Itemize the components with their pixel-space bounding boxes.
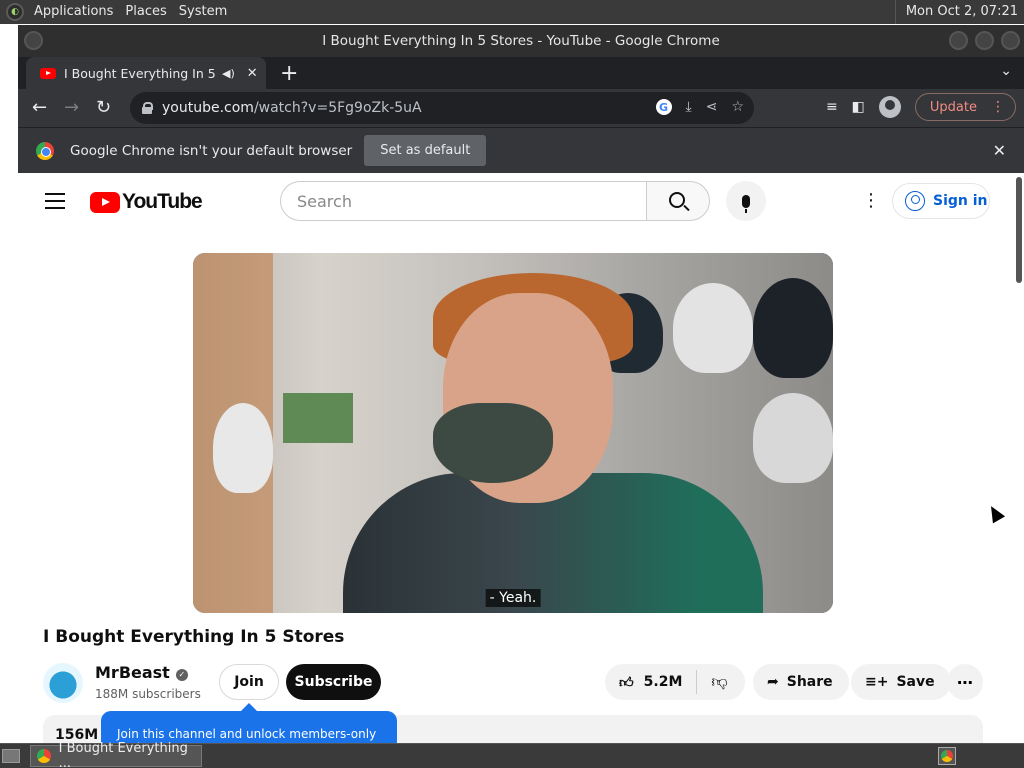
thumbs-up-icon: 👍︎ (619, 674, 634, 691)
applications-menu[interactable]: Applications (28, 0, 119, 24)
search-icon (668, 191, 685, 208)
toolbar-right: ≡ ◧ Update ⋮ (826, 93, 1024, 121)
youtube-masthead: YouTube Search ⋮ Sign in (18, 173, 1024, 229)
join-button[interactable]: Join (219, 664, 279, 700)
google-lens-icon[interactable]: G (655, 99, 672, 115)
bookmark-star-icon[interactable]: ☆ (731, 99, 744, 115)
close-tab-icon[interactable]: ✕ (247, 66, 258, 81)
tab-search-chevron-icon[interactable]: ⌄ (1000, 63, 1012, 79)
page-scrollbar[interactable] (1016, 177, 1022, 283)
back-button[interactable]: ← (32, 97, 47, 118)
chrome-logo-icon (36, 141, 54, 160)
youtube-wordmark: YouTube (122, 190, 203, 213)
profile-avatar-icon[interactable] (878, 96, 901, 118)
omnibox-icons: G ⤓ ⋖ ☆ (655, 99, 744, 115)
youtube-page: YouTube Search ⋮ Sign in - Yeah. I Bough… (18, 173, 1024, 743)
new-tab-button[interactable]: + (280, 61, 298, 86)
channel-row: MrBeast ✓ 188M subscribers Join Subscribe… (43, 663, 993, 703)
tab-strip: I Bought Everything In 5 Stores - YouTub… (18, 57, 1024, 89)
minimize-button[interactable] (949, 31, 968, 50)
update-button[interactable]: Update ⋮ (914, 93, 1016, 121)
channel-name[interactable]: MrBeast ✓ (95, 663, 188, 682)
gnome-foot-icon[interactable]: ◐ (6, 3, 24, 21)
system-menu[interactable]: System (173, 0, 233, 24)
forward-button[interactable]: → (64, 97, 79, 118)
set-as-default-button[interactable]: Set as default (364, 135, 487, 166)
video-player[interactable]: - Yeah. (193, 253, 833, 613)
default-browser-infobar: Google Chrome isn't your default browser… (18, 127, 1024, 173)
side-panel-icon[interactable]: ◧ (852, 99, 865, 115)
microphone-icon (742, 194, 750, 213)
tray-chrome-icon[interactable] (938, 747, 956, 765)
verified-check-icon: ✓ (175, 669, 188, 681)
youtube-play-icon (90, 191, 120, 213)
more-actions-icon[interactable]: ⋯ (947, 664, 983, 700)
window-menu-button[interactable] (24, 31, 43, 50)
sign-in-button[interactable]: Sign in (892, 183, 990, 219)
like-button[interactable]: 👍︎ 5.2M (605, 670, 698, 694)
share-icon[interactable]: ⋖ (706, 99, 718, 115)
search-button[interactable] (646, 181, 710, 221)
taskbar-window-label: I Bought Everything ... (58, 741, 188, 768)
tab-youtube[interactable]: I Bought Everything In 5 Stores - YouTub… (26, 57, 266, 89)
youtube-favicon-icon (40, 67, 56, 79)
save-button[interactable]: ≡+ Save (851, 664, 951, 700)
window-title: I Bought Everything In 5 Stores - YouTub… (322, 33, 720, 49)
taskbar-chrome-window[interactable]: I Bought Everything ... (30, 741, 202, 768)
install-app-icon[interactable]: ⤓ (686, 99, 692, 115)
share-arrow-icon: ➦ (767, 674, 779, 690)
url-text[interactable]: youtube.com/watch?v=5Fg9oZk-5uA (162, 100, 422, 116)
video-title: I Bought Everything In 5 Stores (43, 627, 345, 647)
join-tooltip: Join this channel and unlock members-onl… (101, 703, 397, 743)
hamburger-menu-icon[interactable] (45, 193, 65, 214)
speaker-icon[interactable]: ◀) (222, 67, 235, 80)
subscriber-count: 188M subscribers (95, 687, 201, 701)
video-caption: - Yeah. (485, 589, 541, 607)
settings-kebab-icon[interactable]: ⋮ (862, 190, 880, 211)
bottom-taskbar: I Bought Everything ... (0, 741, 1024, 768)
reload-button[interactable]: ↻ (96, 97, 111, 118)
media-controls-icon[interactable]: ≡ (826, 99, 838, 115)
thumbs-down-icon: 👎︎ (711, 672, 728, 691)
share-button[interactable]: ➦ Share (753, 664, 849, 700)
browser-toolbar: ← → ↻ youtube.com/watch?v=5Fg9oZk-5uA G … (18, 89, 1024, 127)
playlist-add-icon: ≡+ (865, 674, 889, 690)
voice-search-button[interactable] (726, 181, 766, 221)
close-window-button[interactable] (1001, 31, 1020, 50)
infobar-close-icon[interactable]: ✕ (993, 141, 1006, 160)
menu-dots-icon[interactable]: ⋮ (991, 99, 1005, 115)
user-circle-icon (905, 191, 925, 211)
lock-icon[interactable] (142, 102, 153, 114)
like-dislike-group: 👍︎ 5.2M 👎︎ (605, 664, 745, 700)
window-titlebar[interactable]: I Bought Everything In 5 Stores - YouTub… (18, 25, 1024, 57)
subscribe-button[interactable]: Subscribe (286, 664, 381, 700)
places-menu[interactable]: Places (119, 0, 172, 24)
youtube-logo[interactable]: YouTube (90, 190, 203, 214)
clock[interactable]: Mon Oct 2, 07:21 (894, 0, 1024, 24)
chrome-window: I Bought Everything In 5 Stores - YouTub… (18, 25, 1024, 743)
top-panel: ◐ Applications Places System Mon Oct 2, … (0, 0, 1024, 24)
tab-title: I Bought Everything In 5 Stores - YouTub… (64, 65, 216, 81)
show-desktop-icon[interactable] (2, 749, 20, 763)
search-input[interactable]: Search (280, 181, 646, 221)
address-bar[interactable]: youtube.com/watch?v=5Fg9oZk-5uA G ⤓ ⋖ ☆ (130, 92, 754, 124)
dislike-button[interactable]: 👎︎ (697, 672, 741, 692)
maximize-button[interactable] (975, 31, 994, 50)
channel-avatar[interactable] (43, 663, 83, 703)
infobar-message: Google Chrome isn't your default browser (70, 142, 353, 159)
chrome-icon (37, 749, 51, 763)
